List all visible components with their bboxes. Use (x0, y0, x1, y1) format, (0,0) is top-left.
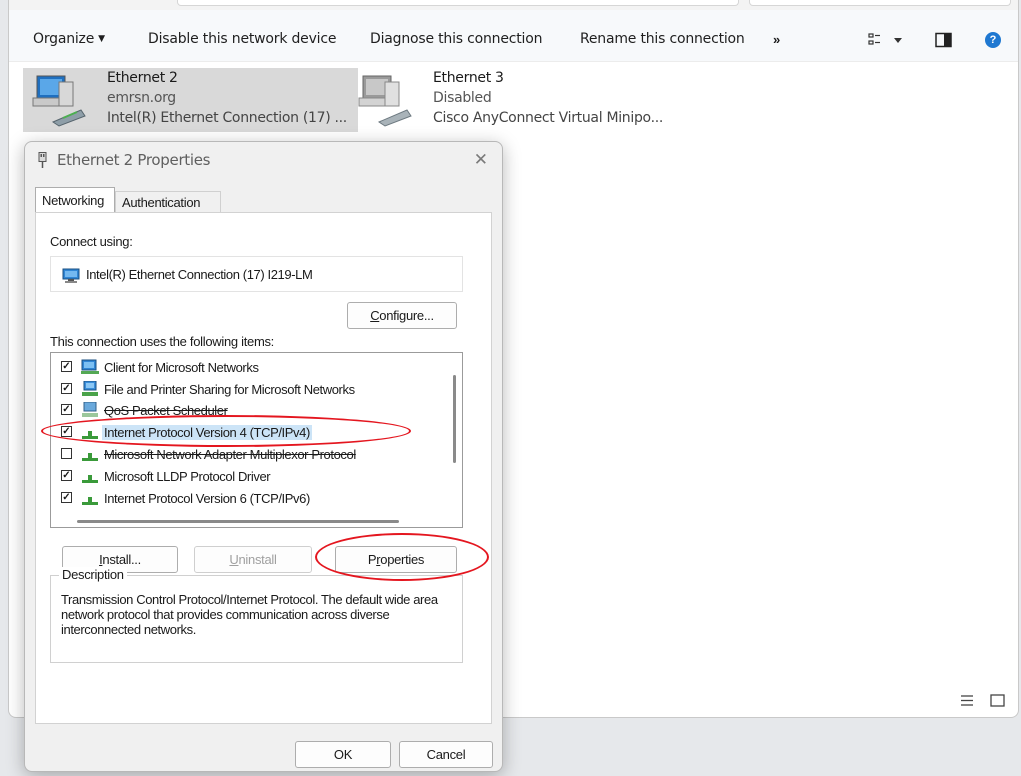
list-item-ipv4[interactable]: ✓ Internet Protocol Version 4 (TCP/IPv4) (51, 421, 441, 443)
adapter-display: Intel(R) Ethernet Connection (17) I219-L… (50, 256, 463, 292)
adapter-device: Intel(R) Ethernet Connection (17) ... (107, 110, 347, 126)
checkbox[interactable]: ✓ (61, 383, 72, 394)
networking-panel: Connect using: Intel(R) Ethernet Connect… (35, 212, 492, 724)
ok-button[interactable]: OK (295, 741, 391, 768)
network-client-icon (81, 359, 99, 374)
vertical-scrollbar[interactable] (453, 375, 456, 463)
checkbox[interactable] (61, 448, 72, 459)
adapter-ethernet-2[interactable]: Ethernet 2 emrsn.org Intel(R) Ethernet C… (23, 68, 358, 132)
adapter-name: Ethernet 3 (433, 70, 504, 86)
checkbox[interactable]: ✓ (61, 492, 72, 503)
checkbox[interactable]: ✓ (61, 426, 72, 437)
protocol-icon (82, 475, 98, 483)
network-adapter-disabled-icon (358, 75, 412, 127)
checkbox[interactable]: ✓ (61, 470, 72, 481)
list-item-lldp[interactable]: ✓ Microsoft LLDP Protocol Driver (51, 465, 441, 487)
adapter-ethernet-3[interactable]: Ethernet 3 Disabled Cisco AnyConnect Vir… (349, 68, 679, 132)
description-group: Description Transmission Control Protoco… (50, 567, 463, 663)
protocol-icon (82, 431, 98, 439)
disable-device-button[interactable]: Disable this network device (148, 31, 336, 47)
tab-networking[interactable]: Networking (35, 187, 115, 212)
adapter-status: Disabled (433, 90, 492, 106)
checkbox[interactable]: ✓ (61, 361, 72, 372)
adapter-name-text: Intel(R) Ethernet Connection (17) I219-L… (86, 267, 313, 282)
protocol-icon (82, 453, 98, 461)
configure-button[interactable]: Configure... (347, 302, 457, 329)
close-icon[interactable]: ✕ (474, 150, 488, 170)
change-view-icon[interactable] (868, 32, 902, 53)
items-label: This connection uses the following items… (50, 334, 274, 349)
components-list[interactable]: ✓ Client for Microsoft Networks ✓ File a… (50, 352, 463, 528)
list-item-qos-scheduler[interactable]: ✓ QoS Packet Scheduler (51, 399, 441, 421)
list-item-file-printer-sharing[interactable]: ✓ File and Printer Sharing for Microsoft… (51, 378, 441, 400)
horizontal-scrollbar[interactable] (77, 520, 399, 523)
service-icon (82, 402, 98, 417)
tab-authentication[interactable]: Authentication (115, 191, 221, 212)
ethernet-properties-dialog: Ethernet 2 Properties ✕ Networking Authe… (24, 141, 503, 772)
protocol-icon (82, 497, 98, 505)
properties-button[interactable]: Properties (335, 546, 457, 573)
description-text: Transmission Control Protocol/Internet P… (61, 592, 438, 637)
network-plug-icon (38, 152, 47, 168)
adapter-status: emrsn.org (107, 90, 176, 106)
list-item-multiplexor[interactable]: Microsoft Network Adapter Multiplexor Pr… (51, 443, 441, 465)
adapter-device: Cisco AnyConnect Virtual Minipo... (433, 110, 664, 126)
large-icons-view-icon[interactable] (990, 694, 1005, 707)
adapter-name: Ethernet 2 (107, 70, 178, 86)
chevron-down-icon: ▼ (98, 34, 105, 44)
details-view-icon[interactable] (961, 695, 973, 706)
description-label: Description (59, 567, 127, 582)
list-item-ipv6[interactable]: ✓ Internet Protocol Version 6 (TCP/IPv6) (51, 487, 441, 509)
rename-connection-button[interactable]: Rename this connection (580, 31, 745, 47)
help-icon[interactable]: ? (985, 32, 1001, 48)
diagnose-connection-button[interactable]: Diagnose this connection (370, 31, 542, 47)
more-commands-icon[interactable]: » (773, 32, 780, 47)
checkbox[interactable]: ✓ (61, 404, 72, 415)
preview-pane-icon[interactable] (935, 32, 953, 53)
connect-using-label: Connect using: (50, 234, 133, 249)
uninstall-button[interactable]: Uninstall (194, 546, 312, 573)
list-item-client-networks[interactable]: ✓ Client for Microsoft Networks (51, 356, 441, 378)
organize-menu[interactable]: Organize ▼ (33, 31, 105, 47)
network-adapter-icon (32, 75, 86, 127)
file-sharing-icon (82, 381, 98, 396)
network-card-icon (62, 268, 80, 283)
cancel-button[interactable]: Cancel (399, 741, 493, 768)
command-bar: Organize ▼ Disable this network device Di… (9, 10, 1018, 62)
view-toggle-group (960, 694, 1006, 713)
dialog-title: Ethernet 2 Properties (37, 151, 211, 169)
